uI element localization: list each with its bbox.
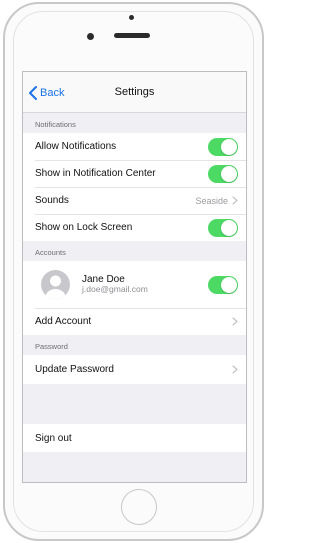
row-label: Sounds <box>35 195 69 206</box>
add-account-label: Add Account <box>35 316 92 327</box>
notification-center-toggle[interactable] <box>208 164 238 183</box>
update-password-row[interactable]: Update Password <box>23 355 246 384</box>
toggle-knob <box>221 165 237 182</box>
toggle-knob <box>221 219 237 236</box>
row-label: Allow Notifications <box>35 141 117 152</box>
update-password-label: Update Password <box>35 364 114 375</box>
notifications-group: Allow Notifications Show in Notification… <box>23 133 246 241</box>
front-camera <box>87 33 94 40</box>
add-account-row[interactable]: Add Account <box>23 308 246 335</box>
navigation-bar: Back Settings <box>23 72 246 113</box>
section-header-password: Password <box>35 342 68 351</box>
toggle-knob <box>221 276 237 293</box>
lock-screen-toggle[interactable] <box>208 218 238 237</box>
front-sensor <box>129 15 134 20</box>
account-email: j.doe@gmail.com <box>82 284 148 295</box>
sounds-value: Seaside <box>195 195 228 206</box>
allow-notifications-toggle[interactable] <box>208 137 238 156</box>
account-row: Jane Doe j.doe@gmail.com <box>23 261 246 308</box>
row-label: Show on Lock Screen <box>35 222 133 233</box>
page-title: Settings <box>114 86 155 98</box>
row-show-in-notification-center: Show in Notification Center <box>23 160 246 187</box>
account-info: Jane Doe j.doe@gmail.com <box>82 274 208 295</box>
chevron-right-icon <box>232 196 238 205</box>
sign-out-group: Sign out <box>23 424 246 452</box>
row-sounds[interactable]: Sounds Seaside <box>23 187 246 214</box>
password-group: Update Password <box>23 355 246 384</box>
accounts-group: Jane Doe j.doe@gmail.com Add Account <box>23 261 246 335</box>
account-toggle[interactable] <box>208 275 238 294</box>
avatar-person-icon <box>45 275 66 299</box>
chevron-right-icon <box>232 365 238 374</box>
screen: Back Settings Notifications Allow Notifi… <box>22 71 247 483</box>
row-allow-notifications: Allow Notifications <box>23 133 246 160</box>
earpiece-speaker <box>114 33 150 38</box>
row-label: Show in Notification Center <box>35 168 156 179</box>
section-header-accounts: Accounts <box>35 248 66 257</box>
toggle-knob <box>221 138 237 155</box>
sign-out-row[interactable]: Sign out <box>23 424 246 452</box>
home-button[interactable] <box>121 489 157 525</box>
row-show-on-lock-screen: Show on Lock Screen <box>23 214 246 241</box>
section-header-notifications: Notifications <box>35 120 76 129</box>
sign-out-label: Sign out <box>35 432 72 444</box>
avatar <box>41 270 70 299</box>
chevron-right-icon <box>232 317 238 326</box>
